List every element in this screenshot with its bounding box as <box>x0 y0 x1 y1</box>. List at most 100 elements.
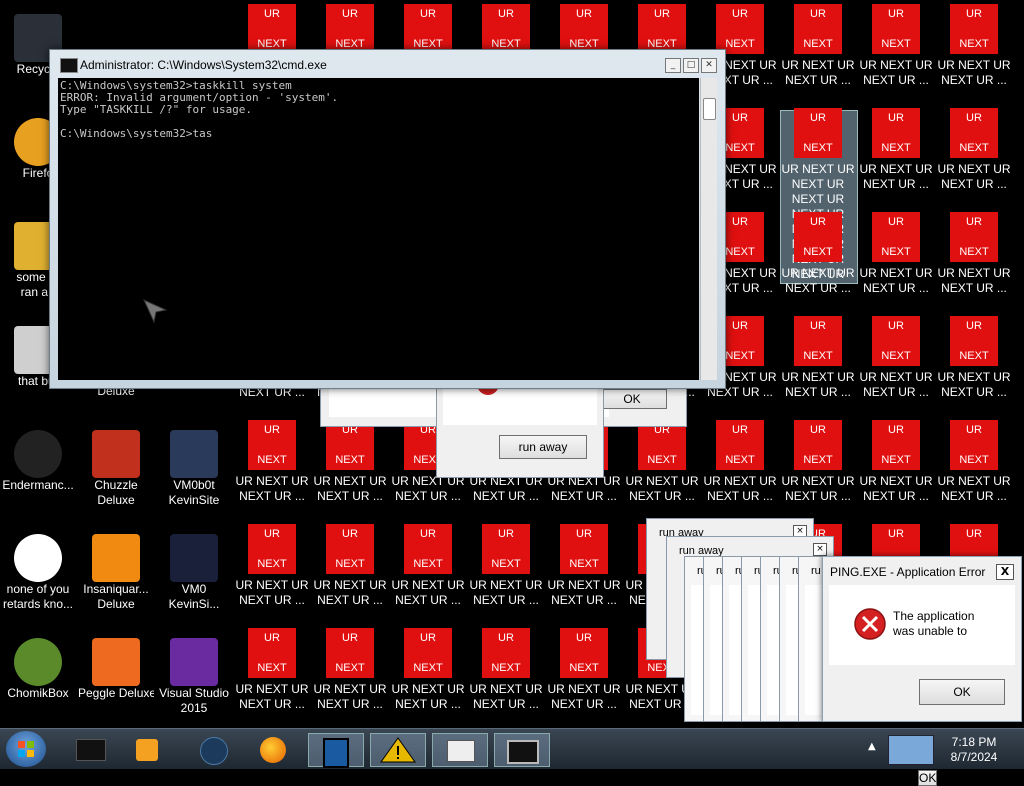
chuzzle-icon <box>92 430 140 478</box>
ur-next-icon[interactable]: URNEXT UR NEXT URNEXT UR ... <box>780 420 856 520</box>
ur-next-icon[interactable]: URNEXT UR NEXT URNEXT UR ... <box>468 628 544 728</box>
ur-next-icon[interactable]: URNEXT UR NEXT URNEXT UR ... <box>936 316 1012 416</box>
ur-next-glyph: URNEXT <box>404 4 452 54</box>
ur-next-icon[interactable]: URNEXT UR NEXT URNEXT UR ... <box>858 4 934 104</box>
ur-next-glyph: URNEXT <box>950 420 998 470</box>
ur-next-label: UR NEXT URNEXT UR ... <box>469 474 543 503</box>
ok-button-back[interactable]: OK <box>597 389 667 409</box>
desktop-icon-peggle[interactable]: Peggle Deluxe <box>78 628 154 728</box>
ur-next-icon[interactable]: URNEXT UR NEXT URNEXT UR ... <box>858 316 934 416</box>
cmd-window[interactable]: Administrator: C:\Windows\System32\cmd.e… <box>49 49 726 389</box>
ur-next-label: UR NEXT URNEXT UR ... <box>781 58 855 87</box>
taskbar-app-3[interactable] <box>186 733 240 765</box>
taskbar-warning[interactable] <box>370 733 426 767</box>
ur-next-icon[interactable]: URNEXT UR NEXT URNEXT UR ... <box>546 524 622 624</box>
ur-next-icon[interactable]: URNEXT UR NEXT URNEXT UR ... <box>390 628 466 728</box>
ur-next-glyph: URNEXT <box>560 524 608 574</box>
ur-next-label: UR NEXT URNEXT UR ... <box>859 266 933 295</box>
cmd-scrollbar[interactable] <box>700 78 717 380</box>
ur-next-icon[interactable]: URNEXT UR NEXT URNEXT UR ... <box>546 628 622 728</box>
ur-next-icon[interactable]: URNEXT UR NEXT URNEXT UR ... <box>234 420 310 520</box>
ping-error-dialog[interactable]: PING.EXE - Application Error X The appli… <box>822 556 1022 722</box>
ur-next-glyph: URNEXT <box>248 4 296 54</box>
error-icon <box>854 608 886 640</box>
ur-next-label: UR NEXT URNEXT UR ... <box>313 474 387 503</box>
ur-next-icon[interactable]: URNEXT UR NEXT URNEXT UR ... <box>234 524 310 624</box>
ur-next-glyph: URNEXT <box>950 316 998 366</box>
ur-next-glyph: URNEXT <box>326 420 374 470</box>
desktop-icon-chuzzle[interactable]: Chuzzle Deluxe <box>78 420 154 520</box>
ping-ok-button[interactable]: OK <box>919 679 1005 705</box>
taskbar-firefox[interactable] <box>246 733 300 765</box>
close-button[interactable]: ✕ <box>701 58 717 73</box>
ur-next-icon[interactable]: URNEXT UR NEXT URNEXT UR ... <box>312 628 388 728</box>
ur-next-glyph: URNEXT <box>404 524 452 574</box>
ping-close-button[interactable]: X <box>996 564 1014 580</box>
desktop-icon-vm0[interactable]: VM0 KevinSi... <box>156 524 232 624</box>
maximize-button[interactable]: □ <box>683 58 699 73</box>
ur-next-label: UR NEXT URNEXT UR ... <box>235 578 309 607</box>
ur-next-icon[interactable]: URNEXT UR NEXT URNEXT UR ... <box>312 524 388 624</box>
ur-next-glyph: URNEXT <box>560 4 608 54</box>
ur-next-icon[interactable]: URNEXT UR NEXT URNEXT UR ... <box>858 108 934 208</box>
taskbar-app-7[interactable] <box>432 733 488 767</box>
ping-message-line1: The application <box>893 609 975 623</box>
ok-button-back[interactable]: OK <box>918 770 938 786</box>
mouse-cursor-icon <box>142 298 168 324</box>
ur-next-icon[interactable]: URNEXT UR NEXT URNEXT UR ... <box>780 212 856 312</box>
ur-next-icon[interactable]: URNEXT UR NEXT URNEXT UR ... <box>390 524 466 624</box>
ur-next-icon[interactable]: URNEXT UR NEXT URNEXT UR ... <box>780 4 856 104</box>
ur-next-icon[interactable]: URNEXT UR NEXT URNEXT UR ... <box>858 212 934 312</box>
ur-next-icon[interactable]: URNEXT UR NEXT URNEXT UR ... <box>702 420 778 520</box>
cmd-console[interactable]: C:\Windows\system32>taskkill system ERRO… <box>58 78 699 380</box>
ur-next-glyph: URNEXT <box>248 420 296 470</box>
desktop-icon-vm0b0t[interactable]: VM0b0t KevinSite <box>156 420 232 520</box>
ur-next-label: UR NEXT URNEXT UR ... <box>625 474 699 503</box>
ur-next-glyph: URNEXT <box>326 4 374 54</box>
ur-next-icon[interactable]: UR NEXT UR NEXT UR NEXT UR NEXT UR NEXT UR… <box>780 108 856 281</box>
ur-next-icon[interactable]: URNEXT UR NEXT URNEXT UR ... <box>936 420 1012 520</box>
ur-next-icon[interactable]: URNEXT UR NEXT URNEXT UR ... <box>312 420 388 520</box>
vm0b0t-icon <box>170 430 218 478</box>
desktop-icon-vstudio[interactable]: Visual Studio 2015 <box>156 628 232 728</box>
ur-next-icon[interactable]: URNEXT UR NEXT URNEXT UR ... <box>780 316 856 416</box>
ur-next-icon[interactable]: URNEXT UR NEXT URNEXT UR ... <box>624 420 700 520</box>
desktop-icon-label: Peggle Deluxe <box>78 686 154 700</box>
ur-next-glyph: URNEXT <box>716 420 764 470</box>
ur-next-icon[interactable]: URNEXT UR NEXT URNEXT UR ... <box>936 212 1012 312</box>
desktop-icon-enderman[interactable]: Endermanc... <box>0 420 76 520</box>
ur-next-glyph: URNEXT <box>560 628 608 678</box>
ur-next-glyph: URNEXT <box>248 524 296 574</box>
ur-next-glyph: URNEXT <box>794 4 842 54</box>
desktop-icon-label: Endermanc... <box>2 478 74 492</box>
desktop-icon-insaniquarium[interactable]: Insaniquar... Deluxe <box>78 524 154 624</box>
taskbar-cmd[interactable] <box>494 733 550 767</box>
tray-icon[interactable] <box>888 735 934 765</box>
clock[interactable]: 7:18 PM 8/7/2024 <box>948 735 1000 765</box>
ur-next-glyph: URNEXT <box>950 4 998 54</box>
run-away-close-button[interactable]: × <box>813 543 827 556</box>
ur-next-icon[interactable]: URNEXT UR NEXT URNEXT UR ... <box>858 420 934 520</box>
ur-next-label: UR NEXT URNEXT UR ... <box>391 578 465 607</box>
ur-next-icon[interactable]: URNEXT UR NEXT URNEXT UR ... <box>936 4 1012 104</box>
scroll-thumb[interactable] <box>703 98 716 120</box>
vstudio-icon <box>170 638 218 686</box>
desktop-icon-noneofyou[interactable]: none of you retards kno... <box>0 524 76 624</box>
ur-next-label: UR NEXT URNEXT UR ... <box>937 162 1011 191</box>
run-away-button[interactable]: run away <box>499 435 587 459</box>
taskbar-app-5[interactable] <box>308 733 364 768</box>
ur-next-label: UR NEXT URNEXT UR ... <box>235 682 309 711</box>
ur-next-icon[interactable]: URNEXT UR NEXT URNEXT UR ... <box>234 628 310 728</box>
ur-next-label: UR NEXT URNEXT UR ... <box>547 682 621 711</box>
ur-next-icon[interactable]: URNEXT UR NEXT URNEXT UR ... <box>936 108 1012 208</box>
ur-next-glyph: URNEXT <box>794 212 842 262</box>
show-hidden-icons[interactable]: ▲ <box>868 741 876 752</box>
minimize-button[interactable]: _ <box>665 58 681 73</box>
taskbar-app-1[interactable] <box>64 733 118 765</box>
ur-next-label: UR NEXT URNEXT UR ... <box>781 370 855 399</box>
taskbar-media-player[interactable] <box>122 733 176 765</box>
start-button[interactable] <box>6 731 46 767</box>
desktop-icon-chomikbox[interactable]: ChomikBox <box>0 628 76 728</box>
ur-next-icon[interactable]: URNEXT UR NEXT URNEXT UR ... <box>468 524 544 624</box>
ur-next-label: UR NEXT URNEXT UR ... <box>235 474 309 503</box>
